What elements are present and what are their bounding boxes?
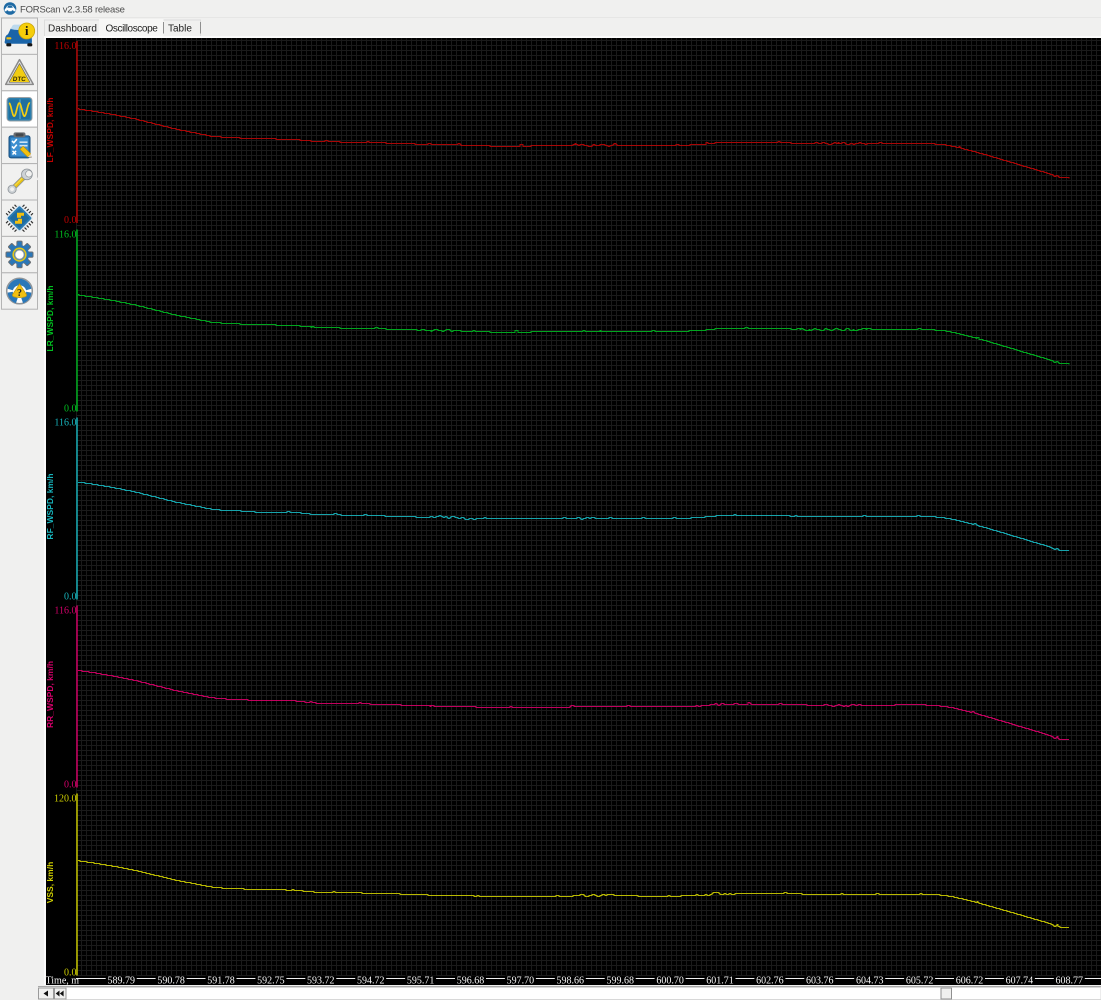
svg-text:Oscilloscope: Oscilloscope [106, 24, 159, 35]
svg-text:591.78: 591.78 [207, 976, 235, 987]
svg-text:594.72: 594.72 [357, 976, 385, 987]
svg-text:601.71: 601.71 [706, 976, 734, 987]
svg-text:596.68: 596.68 [457, 976, 485, 987]
svg-text:116.0: 116.0 [54, 418, 76, 429]
svg-text:DTC: DTC [12, 76, 26, 83]
svg-text:116.0: 116.0 [54, 41, 76, 52]
svg-text:i: i [25, 24, 29, 38]
svg-text:595.71: 595.71 [407, 976, 435, 987]
svg-text:605.72: 605.72 [906, 976, 934, 987]
svg-text:593.72: 593.72 [307, 976, 335, 987]
svg-text:VSS, km/h: VSS, km/h [45, 862, 55, 904]
svg-text:FORScan v2.3.58 release: FORScan v2.3.58 release [20, 5, 125, 16]
svg-text:0.0: 0.0 [64, 591, 77, 602]
svg-text:Dashboard: Dashboard [48, 24, 97, 35]
svg-text:603.76: 603.76 [806, 976, 834, 987]
svg-text:602.76: 602.76 [756, 976, 784, 987]
svg-text:592.75: 592.75 [257, 976, 285, 987]
svg-text:0.0: 0.0 [64, 779, 77, 790]
svg-text:LR_WSPD, km/h: LR_WSPD, km/h [45, 285, 55, 351]
svg-text:607.74: 607.74 [1006, 976, 1034, 987]
svg-text:116.0: 116.0 [54, 606, 76, 617]
svg-text:RR_WSPD, km/h: RR_WSPD, km/h [45, 661, 55, 728]
svg-text:589.79: 589.79 [107, 976, 135, 987]
svg-text:597.70: 597.70 [507, 976, 535, 987]
svg-text:606.72: 606.72 [956, 976, 984, 987]
svg-text:LF_WSPD, km/h: LF_WSPD, km/h [45, 97, 55, 162]
svg-text:Time, m: Time, m [46, 976, 80, 987]
svg-text:Table: Table [168, 24, 192, 35]
svg-text:116.0: 116.0 [54, 230, 76, 241]
svg-text:0.0: 0.0 [64, 403, 77, 414]
svg-text:RF_WSPD, km/h: RF_WSPD, km/h [45, 473, 55, 539]
svg-text:604.73: 604.73 [856, 976, 884, 987]
svg-text:598.66: 598.66 [557, 976, 585, 987]
svg-text:599.68: 599.68 [606, 976, 634, 987]
svg-text:0.0: 0.0 [64, 215, 77, 226]
svg-text:600.70: 600.70 [656, 976, 684, 987]
svg-text:?: ? [17, 288, 22, 299]
svg-text:608.77: 608.77 [1056, 976, 1084, 987]
svg-text:120.0: 120.0 [54, 794, 77, 805]
svg-text:590.78: 590.78 [157, 976, 185, 987]
